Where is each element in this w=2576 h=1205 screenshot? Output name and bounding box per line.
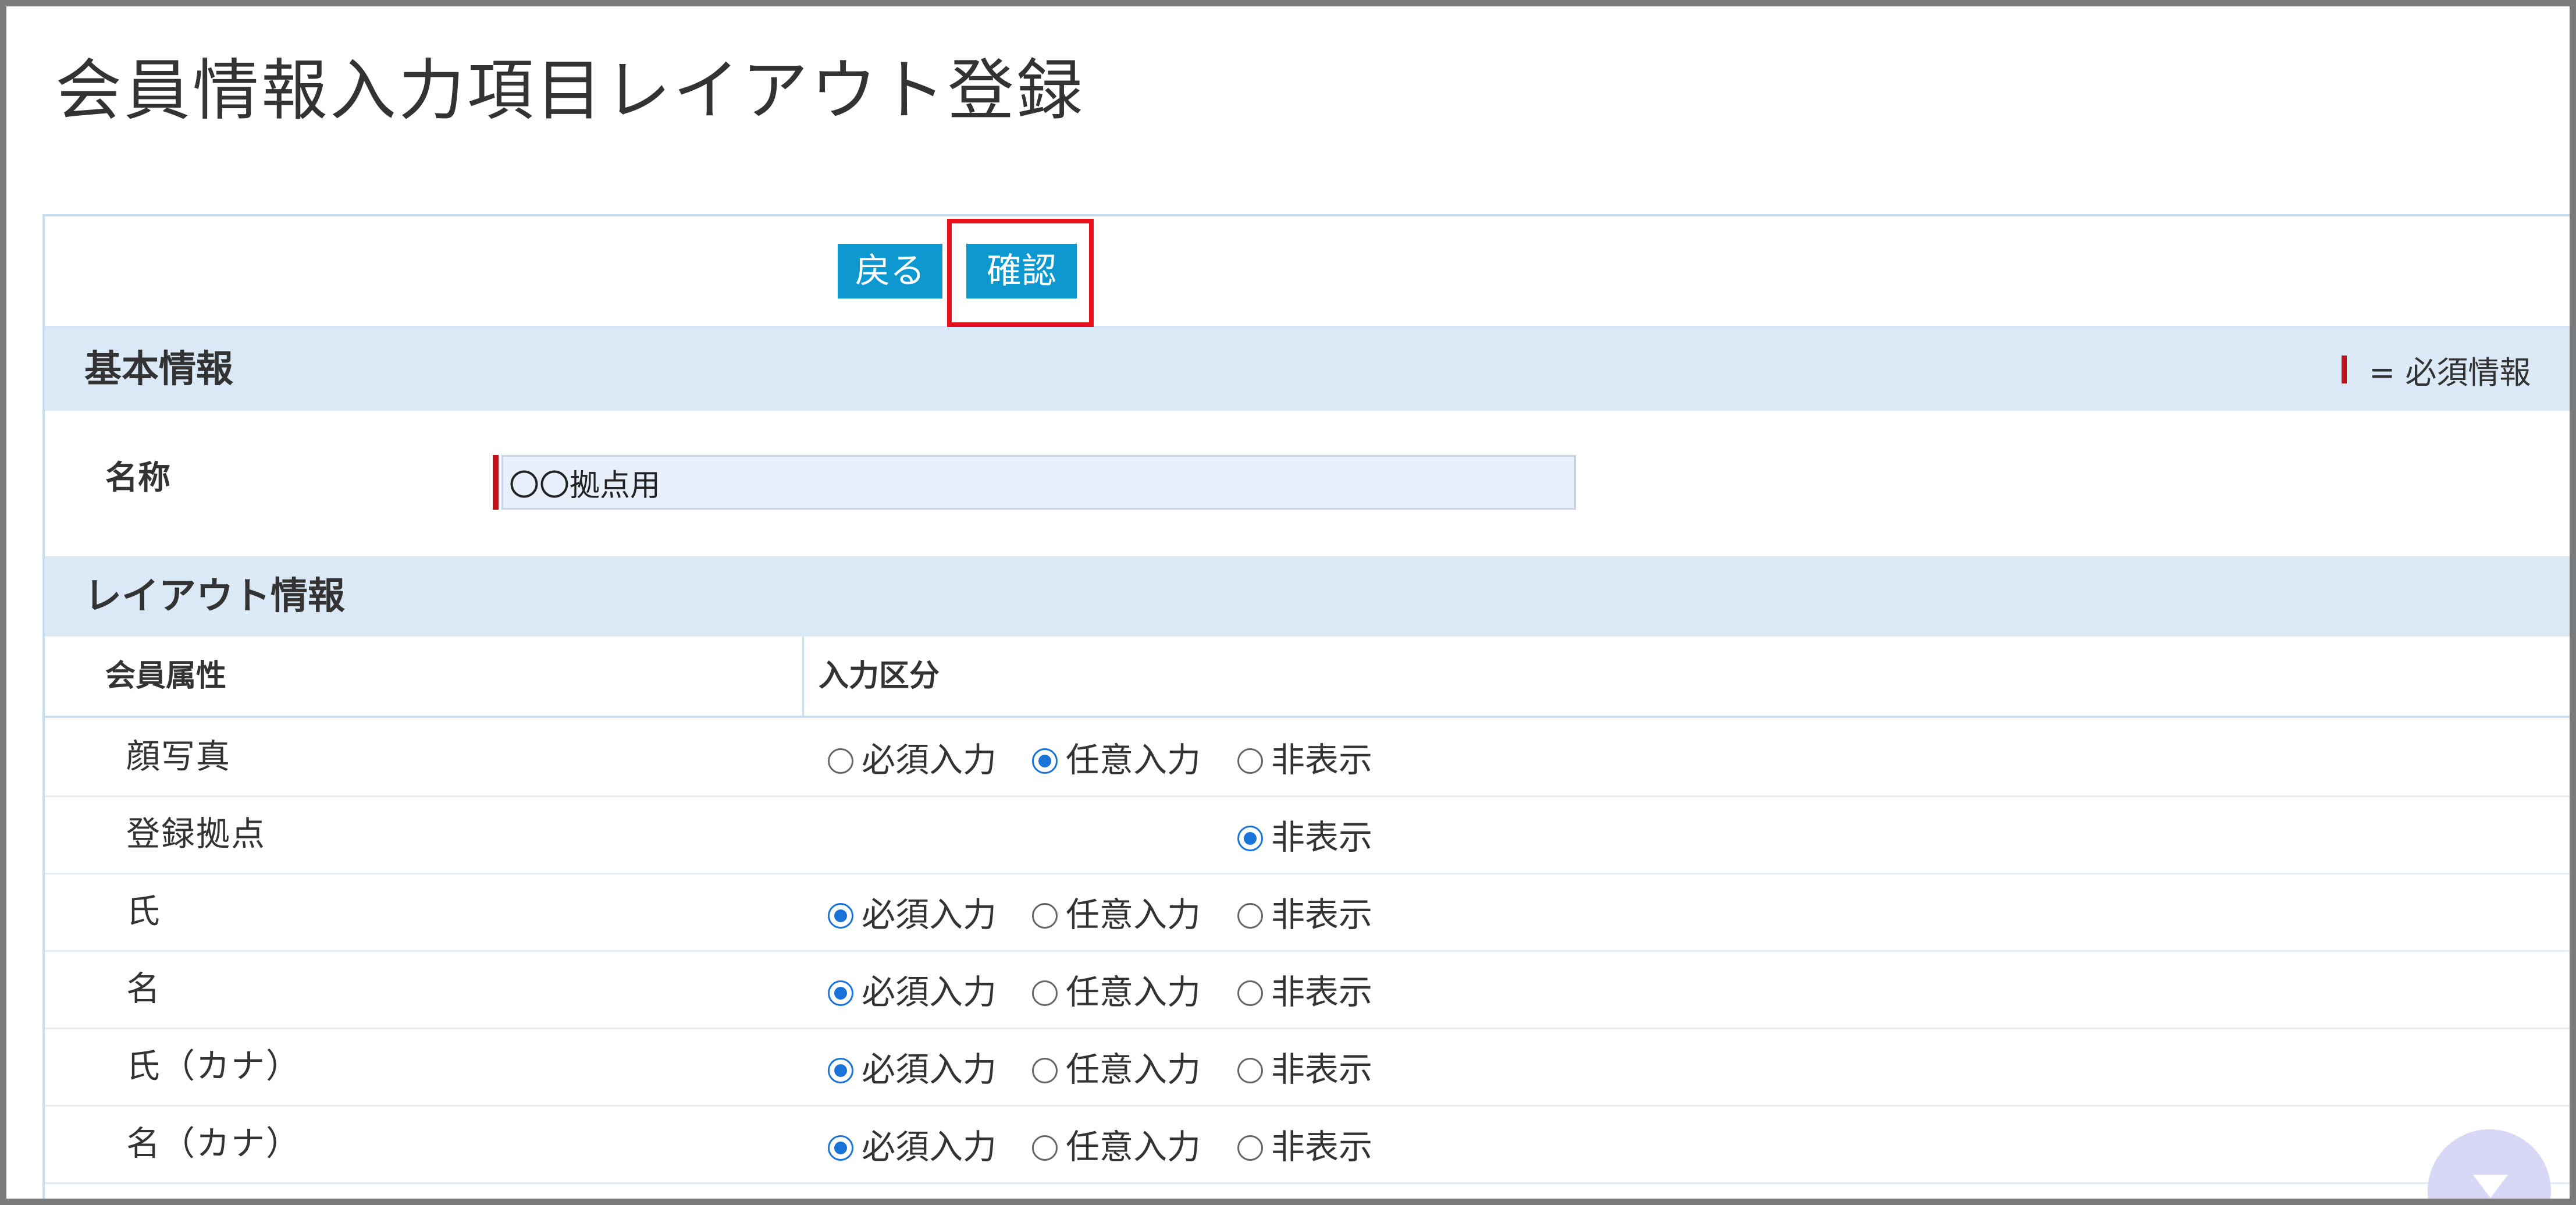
radio-option-label: 任意入力: [1066, 1126, 1201, 1167]
layout-info-header: レイアウト情報: [45, 556, 2570, 637]
radio-unchecked-icon[interactable]: [1032, 1057, 1058, 1083]
table-row: 氏 必須入力 任意入力 非表示: [45, 873, 2570, 952]
screen-frame: 会員情報入力項目レイアウト登録 戻る 確認 基本情報 = 必須情報 名称 レイア…: [0, 0, 2576, 1205]
radio-option-required[interactable]: 必須入力: [828, 1028, 997, 1105]
column-input-type: 入力区分: [819, 659, 940, 694]
radio-unchecked-icon[interactable]: [1237, 1135, 1263, 1161]
layout-info-title: レイアウト情報: [84, 575, 345, 618]
radio-checked-icon[interactable]: [828, 980, 853, 1006]
radio-option-label: 任意入力: [1066, 894, 1201, 934]
radio-option-optional[interactable]: 任意入力: [1032, 1028, 1201, 1105]
radio-option-label: 任意入力: [1066, 972, 1201, 1012]
basic-info-header: 基本情報 = 必須情報: [45, 328, 2570, 411]
radio-checked-icon[interactable]: [828, 1057, 853, 1083]
basic-info-title: 基本情報: [84, 348, 233, 391]
back-button[interactable]: 戻る: [838, 244, 942, 298]
radio-option-label: 非表示: [1271, 972, 1373, 1012]
radio-checked-icon[interactable]: [1032, 748, 1058, 774]
radio-unchecked-icon[interactable]: [1237, 980, 1263, 1006]
table-row: 登録拠点 非表示: [45, 795, 2570, 875]
radio-option-hidden[interactable]: 非表示: [1237, 795, 1372, 873]
radio-unchecked-icon[interactable]: [1237, 902, 1263, 929]
table-row: 顔写真 必須入力 任意入力 非表示: [45, 718, 2570, 797]
radio-unchecked-icon[interactable]: [1237, 1057, 1263, 1083]
radio-option-required[interactable]: 必須入力: [828, 718, 997, 795]
form-toolbar: 戻る 確認: [45, 216, 2570, 328]
table-row: 名（カナ） 必須入力 任意入力 非表示: [45, 1105, 2570, 1184]
radio-unchecked-icon[interactable]: [1032, 980, 1058, 1006]
radio-option-label: 必須入力: [862, 894, 997, 934]
chevron-down-icon: [2473, 1175, 2508, 1198]
column-divider: [802, 637, 804, 716]
radio-option-hidden[interactable]: 非表示: [1237, 1028, 1372, 1105]
radio-option-optional[interactable]: 任意入力: [1032, 873, 1201, 950]
radio-unchecked-icon[interactable]: [1032, 902, 1058, 929]
column-member-attribute: 会員属性: [105, 659, 227, 694]
radio-checked-icon[interactable]: [828, 1135, 853, 1161]
required-legend: = 必須情報: [2342, 328, 2531, 411]
radio-option-optional[interactable]: 任意入力: [1032, 950, 1201, 1028]
name-required-mark: [493, 455, 499, 510]
radio-option-label: 非表示: [1271, 1126, 1373, 1167]
radio-option-hidden[interactable]: 非表示: [1237, 950, 1372, 1028]
required-legend-text: = 必須情報: [2369, 354, 2531, 391]
radio-option-label: 必須入力: [862, 740, 997, 780]
row-attribute-label: 氏（カナ）: [126, 1046, 301, 1086]
row-attribute-label: 登録拠点: [126, 814, 266, 854]
radio-checked-icon[interactable]: [828, 902, 853, 929]
radio-option-label: 任意入力: [1066, 1049, 1201, 1089]
radio-option-label: 非表示: [1271, 894, 1373, 934]
radio-option-label: 必須入力: [862, 1049, 997, 1089]
name-input[interactable]: [501, 455, 1576, 510]
row-attribute-label: 顔写真: [126, 737, 232, 776]
radio-option-label: 必須入力: [862, 972, 997, 1012]
radio-option-hidden[interactable]: 非表示: [1237, 718, 1372, 795]
radio-option-label: 非表示: [1271, 740, 1373, 780]
radio-option-label: 任意入力: [1066, 740, 1201, 780]
radio-unchecked-icon[interactable]: [1237, 748, 1263, 774]
radio-option-label: 非表示: [1271, 817, 1373, 857]
radio-option-required[interactable]: 必須入力: [828, 873, 997, 950]
table-row: 名 必須入力 任意入力 非表示: [45, 950, 2570, 1029]
page-title: 会員情報入力項目レイアウト登録: [55, 52, 1086, 129]
radio-checked-icon[interactable]: [1237, 825, 1263, 851]
radio-option-required[interactable]: 必須入力: [828, 1105, 997, 1182]
name-label: 名称: [105, 459, 170, 497]
row-attribute-label: 氏: [126, 891, 162, 931]
required-mark-icon: [2342, 356, 2347, 383]
form-panel: 戻る 確認 基本情報 = 必須情報 名称 レイアウト情報 会員属性 入力区分 顔…: [42, 214, 2570, 1199]
radio-option-label: 必須入力: [862, 1126, 997, 1167]
layout-table-header: 会員属性 入力区分: [45, 637, 2570, 718]
radio-option-optional[interactable]: 任意入力: [1032, 1105, 1201, 1182]
radio-option-required[interactable]: 必須入力: [828, 950, 997, 1028]
radio-unchecked-icon[interactable]: [828, 748, 853, 774]
confirm-highlight-box: [947, 219, 1094, 327]
radio-option-hidden[interactable]: 非表示: [1237, 1105, 1372, 1182]
radio-option-hidden[interactable]: 非表示: [1237, 873, 1372, 950]
radio-option-label: 非表示: [1271, 1049, 1373, 1089]
radio-option-optional[interactable]: 任意入力: [1032, 718, 1201, 795]
row-attribute-label: 名（カナ）: [126, 1124, 301, 1163]
radio-unchecked-icon[interactable]: [1032, 1135, 1058, 1161]
table-row: 氏（カナ） 必須入力 任意入力 非表示: [45, 1028, 2570, 1107]
row-attribute-label: 名: [126, 969, 162, 1008]
